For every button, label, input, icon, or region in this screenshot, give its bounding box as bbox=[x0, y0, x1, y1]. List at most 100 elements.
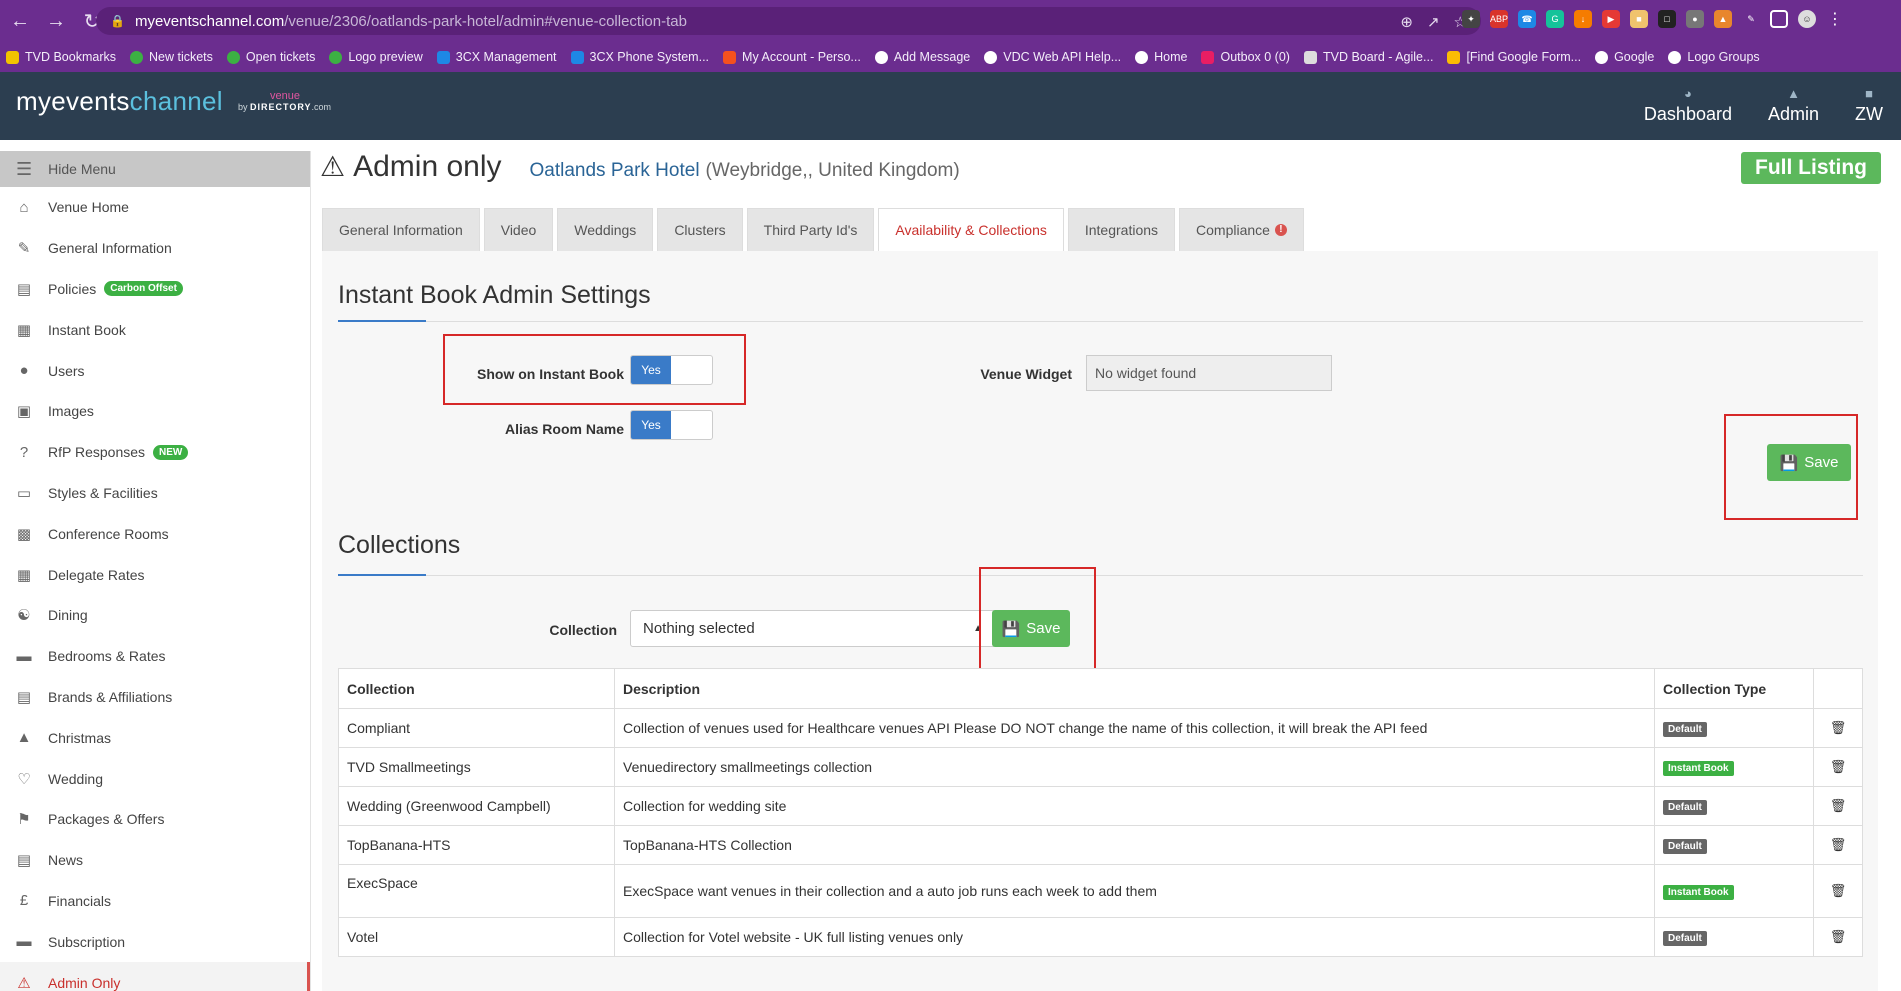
sidebar-item-brands-affiliations[interactable]: ▤ Brands & Affiliations bbox=[0, 677, 310, 718]
sidebar-item-bedrooms-rates[interactable]: ▬ Bedrooms & Rates bbox=[0, 636, 310, 677]
table-row: Wedding (Greenwood Campbell) Collection … bbox=[338, 786, 1863, 826]
page-title-row: ⚠ Admin only Oatlands Park Hotel (Weybri… bbox=[320, 150, 960, 184]
eyedropper-extension-icon[interactable]: ✦ bbox=[1462, 10, 1480, 28]
grammarly-extension-icon[interactable]: G bbox=[1546, 10, 1564, 28]
collection-select[interactable]: Nothing selected ▲ bbox=[630, 610, 996, 647]
download-extension-icon[interactable]: ↓ bbox=[1574, 10, 1592, 28]
tab-video[interactable]: Video bbox=[483, 208, 554, 251]
collection-type: Instant Book bbox=[1654, 864, 1814, 918]
extensions-icon[interactable]: ✎ bbox=[1742, 10, 1760, 28]
video-extension-icon[interactable]: ▶ bbox=[1602, 10, 1620, 28]
bookmark-item[interactable]: My Account - Perso... bbox=[723, 50, 861, 64]
delete-trash-icon[interactable]: 🗑 bbox=[1813, 786, 1863, 826]
sidebar-item-users[interactable]: ● Users bbox=[0, 350, 310, 391]
bookmark-item[interactable]: New tickets bbox=[130, 50, 213, 64]
delete-trash-icon[interactable]: 🗑 bbox=[1813, 864, 1863, 918]
bookmark-item[interactable]: Logo preview bbox=[329, 50, 423, 64]
sidebar-item-admin-only[interactable]: ⚠ Admin Only bbox=[0, 962, 310, 991]
dark-extension-icon[interactable]: □ bbox=[1658, 10, 1676, 28]
sidebar-item-policies[interactable]: ▤ Policies Carbon Offset bbox=[0, 269, 310, 310]
instant-book-save-button[interactable]: 💾 Save bbox=[1767, 444, 1851, 481]
sidebar-item-styles-facilities[interactable]: ▭ Styles & Facilities bbox=[0, 473, 310, 514]
notes-extension-icon[interactable]: ■ bbox=[1630, 10, 1648, 28]
puzzle-extension-icon[interactable]: ● bbox=[1686, 10, 1704, 28]
adblock-extension-icon[interactable]: ABP bbox=[1490, 10, 1508, 28]
sidebar-item-delegate-rates[interactable]: ▦ Delegate Rates bbox=[0, 554, 310, 595]
tab-integrations[interactable]: Integrations bbox=[1067, 208, 1176, 251]
collection-save-button[interactable]: 💾 Save bbox=[992, 610, 1070, 647]
tab-clusters[interactable]: Clusters bbox=[657, 208, 743, 251]
brand-sublogo: venue by DIRECTORY.com bbox=[238, 90, 332, 112]
tab-compliance[interactable]: Compliance! bbox=[1179, 208, 1304, 251]
profile-avatar[interactable]: ☺ bbox=[1798, 10, 1816, 28]
nav-user[interactable]: ■ ZW bbox=[1837, 86, 1901, 125]
bookmark-item[interactable]: TVD Board - Agile... bbox=[1303, 50, 1433, 64]
bookmark-item[interactable]: Logo Groups bbox=[1668, 50, 1760, 64]
cutlery-icon: ☯ bbox=[17, 607, 31, 625]
sidebar-item-conference-rooms[interactable]: ▩ Conference Rooms bbox=[0, 513, 310, 554]
venue-name-link[interactable]: Oatlands Park Hotel bbox=[530, 160, 700, 182]
collection-name: ExecSpace bbox=[338, 864, 615, 918]
collection-description: TopBanana-HTS Collection bbox=[614, 825, 1655, 865]
sidebar-item-wedding[interactable]: ♡ Wedding bbox=[0, 758, 310, 799]
sidebar-item-general-information[interactable]: ✎ General Information bbox=[0, 228, 310, 269]
address-bar[interactable]: 🔒 myeventschannel.com/venue/2306/oatland… bbox=[96, 7, 1481, 35]
sidebar-item-subscription[interactable]: ▬ Subscription bbox=[0, 921, 310, 962]
forward-icon[interactable]: → bbox=[40, 5, 72, 37]
col-header-description[interactable]: Description bbox=[614, 668, 1655, 709]
bookmark-item[interactable]: 3CX Management bbox=[436, 50, 557, 64]
sidebar-item-rfp-responses[interactable]: ? RfP Responses NEW bbox=[0, 432, 310, 473]
bookmark-item[interactable]: VDC Web API Help... bbox=[984, 50, 1121, 64]
bookmark-item[interactable]: 3CX Phone System... bbox=[570, 50, 709, 64]
delete-trash-icon[interactable]: 🗑 bbox=[1813, 747, 1863, 787]
back-icon[interactable]: ← bbox=[4, 5, 36, 37]
hide-menu-button[interactable]: ☰ Hide Menu bbox=[0, 151, 310, 187]
fox-extension-icon[interactable]: ▲ bbox=[1714, 10, 1732, 28]
monitor-icon: ▭ bbox=[16, 484, 32, 502]
sidebar-item-images[interactable]: ▣ Images bbox=[0, 391, 310, 432]
type-badge: Default bbox=[1663, 839, 1707, 854]
table-row: ExecSpace ExecSpace want venues in their… bbox=[338, 864, 1863, 918]
bookmark-item[interactable]: Google bbox=[1595, 50, 1654, 64]
show-on-instant-book-toggle[interactable]: Yes bbox=[630, 355, 713, 385]
share-icon[interactable]: ↗ bbox=[1427, 13, 1440, 31]
delete-trash-icon[interactable]: 🗑 bbox=[1813, 708, 1863, 748]
warning-icon: ⚠ bbox=[320, 151, 346, 182]
sidebar-item-instant-book[interactable]: ▦ Instant Book bbox=[0, 309, 310, 350]
tab-weddings[interactable]: Weddings bbox=[557, 208, 654, 251]
collection-type: Instant Book bbox=[1654, 747, 1814, 787]
home-icon: ⌂ bbox=[19, 198, 29, 216]
brand-logo[interactable]: myeventschannel bbox=[16, 86, 223, 117]
phone-extension-icon[interactable]: ☎ bbox=[1518, 10, 1536, 28]
bookmark-item[interactable]: Home bbox=[1135, 50, 1187, 64]
sidebar-item-venue-home[interactable]: ⌂ Venue Home bbox=[0, 187, 310, 228]
section-divider bbox=[338, 320, 1863, 322]
alias-room-name-toggle[interactable]: Yes bbox=[630, 410, 713, 440]
sidebar-item-dining[interactable]: ☯ Dining bbox=[0, 595, 310, 636]
bookmark-item[interactable]: [Find Google Form... bbox=[1447, 50, 1581, 64]
delete-trash-icon[interactable]: 🗑 bbox=[1813, 825, 1863, 865]
nav-admin[interactable]: ▲ Admin bbox=[1750, 86, 1837, 125]
delete-trash-icon[interactable]: 🗑 bbox=[1813, 917, 1863, 957]
sidebar-item-news[interactable]: ▤ News bbox=[0, 840, 310, 881]
dashboard-gauge-icon: ◕ bbox=[1684, 86, 1692, 101]
tab-third-party-ids[interactable]: Third Party Id's bbox=[746, 208, 875, 251]
tab-general-information[interactable]: General Information bbox=[322, 208, 480, 251]
bookmark-item[interactable]: TVD Bookmarks bbox=[6, 50, 116, 64]
credit-card-icon: ▬ bbox=[16, 933, 32, 951]
zoom-icon[interactable]: ⊕ bbox=[1400, 13, 1413, 31]
nav-dashboard[interactable]: ◕ Dashboard bbox=[1626, 86, 1750, 125]
tab-availability-collections[interactable]: Availability & Collections bbox=[878, 208, 1064, 251]
sidepanel-icon[interactable] bbox=[1770, 10, 1788, 28]
menu-kebab-icon[interactable]: ⋮ bbox=[1826, 10, 1844, 28]
image-icon: ▣ bbox=[16, 403, 32, 421]
col-header-collection-type[interactable]: Collection Type bbox=[1654, 668, 1814, 709]
bookmark-item[interactable]: Add Message bbox=[874, 50, 970, 64]
sidebar-item-packages-offers[interactable]: ⚑ Packages & Offers bbox=[0, 799, 310, 840]
bookmark-item[interactable]: Outbox 0 (0) bbox=[1201, 50, 1290, 64]
sidebar-item-christmas[interactable]: ▲ Christmas bbox=[0, 717, 310, 758]
col-header-collection[interactable]: Collection bbox=[338, 668, 615, 709]
bookmark-item[interactable]: Open tickets bbox=[226, 50, 315, 64]
tags-icon: ⚑ bbox=[17, 811, 31, 829]
sidebar-item-financials[interactable]: £ Financials bbox=[0, 881, 310, 922]
